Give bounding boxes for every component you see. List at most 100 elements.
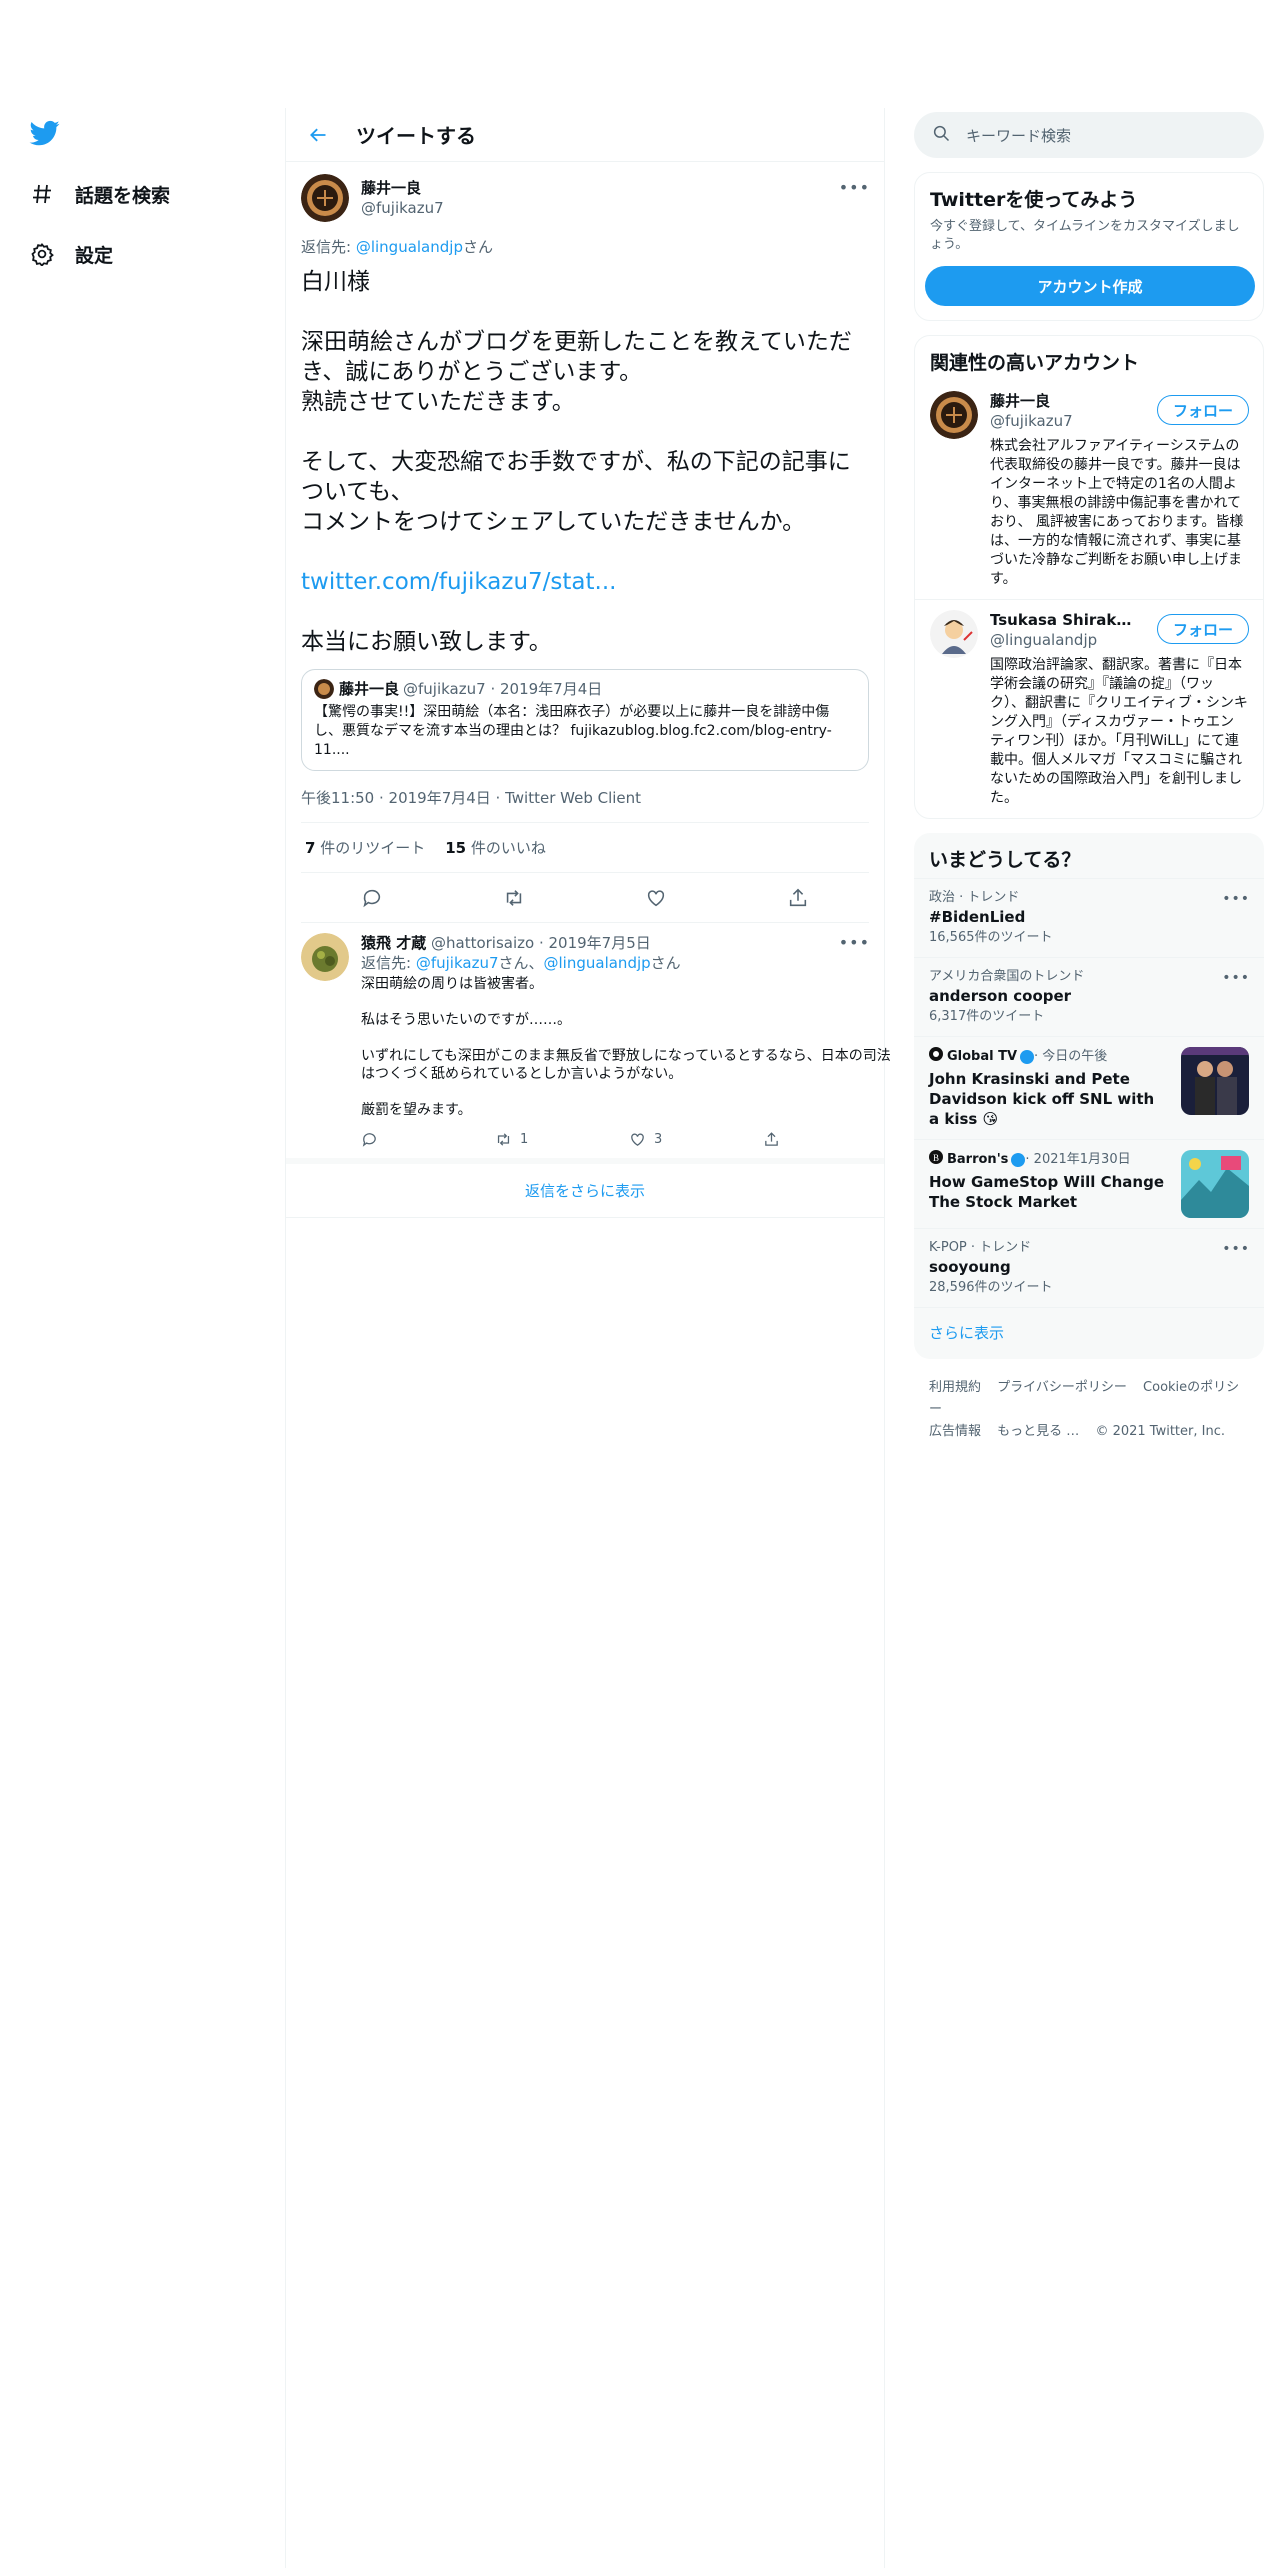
related-account[interactable]: Tsukasa Shirakawa（白川司） @lingualandjp 国際政… (915, 599, 1263, 818)
reply-to-link-1[interactable]: @fujikazu7 (416, 954, 499, 972)
news-headline: John Krasinski and Pete Davidson kick of… (929, 1070, 1155, 1128)
account-name[interactable]: Tsukasa Shirakawa（白川司） (990, 610, 1140, 630)
reply-author-name[interactable]: 猿飛 才蔵 (361, 934, 426, 952)
news-item[interactable]: B Barron's · 2021年1月30日 How GameStop Wil… (914, 1139, 1264, 1228)
reply-share-button[interactable] (763, 1131, 897, 1148)
reply-to-line: 返信先: @fujikazu7さん、@lingualandjpさん (361, 953, 897, 973)
footer-link[interactable]: もっと見る … (997, 1424, 1079, 1439)
related-account[interactable]: 藤井一良 @fujikazu7 株式会社アルファアイティーシステムの代表取締役の… (915, 381, 1263, 599)
author-avatar[interactable] (301, 174, 349, 222)
footer-link[interactable]: 利用規約 (929, 1380, 981, 1395)
main-column: ツイートする 藤井一良 @fujikazu7 ••• 返信先: @lingual… (285, 108, 891, 2568)
twitter-logo-icon[interactable] (28, 118, 64, 154)
nav-settings[interactable]: 設定 (28, 234, 113, 274)
page-title: ツイートする (356, 124, 476, 148)
like-count-label: 件のいいね (466, 839, 546, 857)
share-icon[interactable] (781, 881, 815, 915)
trend-count: 6,317件のツイート (929, 1009, 1045, 1024)
tweet-text: 白川様 深田萌絵さんがブログを更新したことを教えていただき、誠にありがとうござい… (301, 267, 869, 657)
trend-count: 28,596件のツイート (929, 1280, 1053, 1295)
signup-description: 今すぐ登録して、タイムラインをカスタマイズしましょう。 (930, 219, 1240, 252)
create-account-button[interactable]: アカウント作成 (925, 266, 1255, 306)
like-icon (631, 1133, 644, 1146)
news-headline: How GameStop Will Change The Stock Marke… (929, 1173, 1165, 1211)
reply-header: 猿飛 才蔵 @hattorisaizo · 2019年7月5日 (361, 933, 897, 953)
footer: 利用規約 プライバシーポリシー Cookieのポリシー 広告情報 もっと見る …… (914, 1359, 1264, 1461)
account-avatar[interactable] (930, 610, 978, 658)
like-count[interactable]: 15 件のいいね (445, 837, 546, 858)
tweet-text-main: 白川様 深田萌絵さんがブログを更新したことを教えていただき、誠にありがとうござい… (301, 269, 852, 535)
related-accounts-panel: 関連性の高いアカウント 藤井一良 @fujikazu7 株式会社アルファアイティ… (914, 335, 1264, 819)
trend-item[interactable]: アメリカ合衆国のトレンド anderson cooper 6,317件のツイート… (914, 957, 1264, 1036)
reply-prefix: 返信先: (361, 954, 416, 972)
reply-tweet[interactable]: 猿飛 才蔵 @hattorisaizo · 2019年7月5日 返信先: @fu… (286, 923, 891, 1164)
news-thumbnail (1181, 1047, 1249, 1115)
reply-actions: 1 3 (361, 1131, 897, 1148)
related-title: 関連性の高いアカウント (930, 352, 1140, 374)
reply-icon[interactable] (355, 881, 389, 915)
reply-to-link-2[interactable]: @lingualandjp (544, 954, 651, 972)
author-handle[interactable]: @fujikazu7 (361, 198, 444, 218)
news-source: Global TV (947, 1049, 1018, 1064)
focal-tweet: 藤井一良 @fujikazu7 ••• 返信先: @lingualandjpさん… (286, 162, 884, 923)
follow-button[interactable]: フォロー (1157, 614, 1249, 644)
news-thumbnail (1181, 1150, 1249, 1218)
news-source-line: B Barron's · 2021年1月30日 (929, 1150, 1169, 1170)
account-name[interactable]: 藤井一良 (990, 391, 1140, 411)
trend-context: アメリカ合衆国のトレンド (929, 969, 1085, 984)
trend-item[interactable]: K-POP · トレンド sooyoung 28,596件のツイート ••• (914, 1228, 1264, 1307)
search-input[interactable]: キーワード検索 (966, 125, 1071, 146)
footer-link[interactable]: プライバシーポリシー (997, 1380, 1127, 1395)
news-item[interactable]: Global TV · 今日の午後 John Krasinski and Pet… (914, 1036, 1264, 1139)
hashtag-icon (28, 180, 56, 208)
trends-title: いまどうしてる？ (929, 849, 1081, 871)
reply-to-line: 返信先: @lingualandjpさん (301, 236, 869, 257)
more-options-icon[interactable]: ••• (1222, 891, 1250, 907)
signup-panel: Twitterを使ってみよう 今すぐ登録して、タイムラインをカスタマイズしましょ… (914, 172, 1264, 321)
global-tv-logo-icon (929, 1047, 943, 1067)
barrons-logo-icon: B (929, 1150, 943, 1170)
more-options-icon[interactable]: ••• (1222, 1241, 1250, 1257)
more-options-icon[interactable]: ••• (1222, 970, 1250, 986)
search-icon (932, 124, 950, 146)
account-bio: 株式会社アルファアイティーシステムの代表取締役の藤井一良です。藤井一良はインター… (990, 438, 1244, 587)
reply-suffix: さん (462, 238, 493, 256)
search-box[interactable]: キーワード検索 (914, 112, 1264, 158)
quoted-tweet[interactable]: 藤井一良 @fujikazu7 · 2019年7月4日 【驚愕の事実!!】深田萌… (301, 669, 869, 771)
reply-more-options-icon[interactable]: ••• (839, 933, 870, 952)
account-avatar[interactable] (930, 391, 978, 439)
retweet-icon[interactable] (497, 881, 531, 915)
reply-suffix: さん (650, 954, 681, 972)
trend-item[interactable]: 政治 · トレンド #BidenLied 16,565件のツイート ••• (914, 878, 1264, 957)
tweet-link[interactable]: twitter.com/fujikazu7/stat... (301, 569, 616, 595)
retweet-count-label: 件のリツイート (315, 839, 426, 857)
reply-author-avatar[interactable] (301, 933, 349, 981)
verified-badge-icon (1011, 1153, 1026, 1167)
retweet-count[interactable]: 7 件のリツイート (305, 837, 425, 858)
trends-panel: いまどうしてる？ 政治 · トレンド #BidenLied 16,565件のツイ… (914, 833, 1264, 1359)
like-icon[interactable] (639, 881, 673, 915)
news-time: · 今日の午後 (1034, 1049, 1108, 1064)
tweet-timestamp[interactable]: 午後11:50 · 2019年7月4日 · Twitter Web Client (301, 787, 869, 823)
nav-explore[interactable]: 話題を検索 (28, 174, 170, 214)
follow-button[interactable]: フォロー (1157, 395, 1249, 425)
news-time: · 2021年1月30日 (1025, 1152, 1131, 1167)
footer-link[interactable]: 広告情報 (929, 1424, 981, 1439)
author-name[interactable]: 藤井一良 (361, 178, 444, 198)
like-count-number: 15 (445, 839, 467, 857)
reply-reply-button[interactable] (361, 1131, 495, 1148)
back-arrow-icon[interactable] (298, 115, 338, 155)
trends-show-more-link[interactable]: さらに表示 (914, 1307, 1264, 1359)
quoted-avatar (314, 678, 334, 699)
nav-explore-label: 話題を検索 (75, 184, 171, 207)
reply-to-link[interactable]: @lingualandjp (356, 238, 463, 256)
reply-retweet-button[interactable]: 1 (495, 1131, 629, 1148)
reply-retweet-count: 1 (520, 1132, 529, 1147)
show-more-replies-button[interactable]: 返信をさらに表示 (286, 1164, 884, 1218)
header-bar: ツイートする (286, 108, 884, 162)
quoted-meta: @fujikazu7 · 2019年7月4日 (403, 680, 603, 698)
more-options-icon[interactable]: ••• (839, 178, 870, 197)
signup-title: Twitterを使ってみよう (930, 189, 1138, 211)
reply-like-button[interactable]: 3 (629, 1131, 763, 1148)
verified-badge-icon (1020, 1050, 1035, 1064)
